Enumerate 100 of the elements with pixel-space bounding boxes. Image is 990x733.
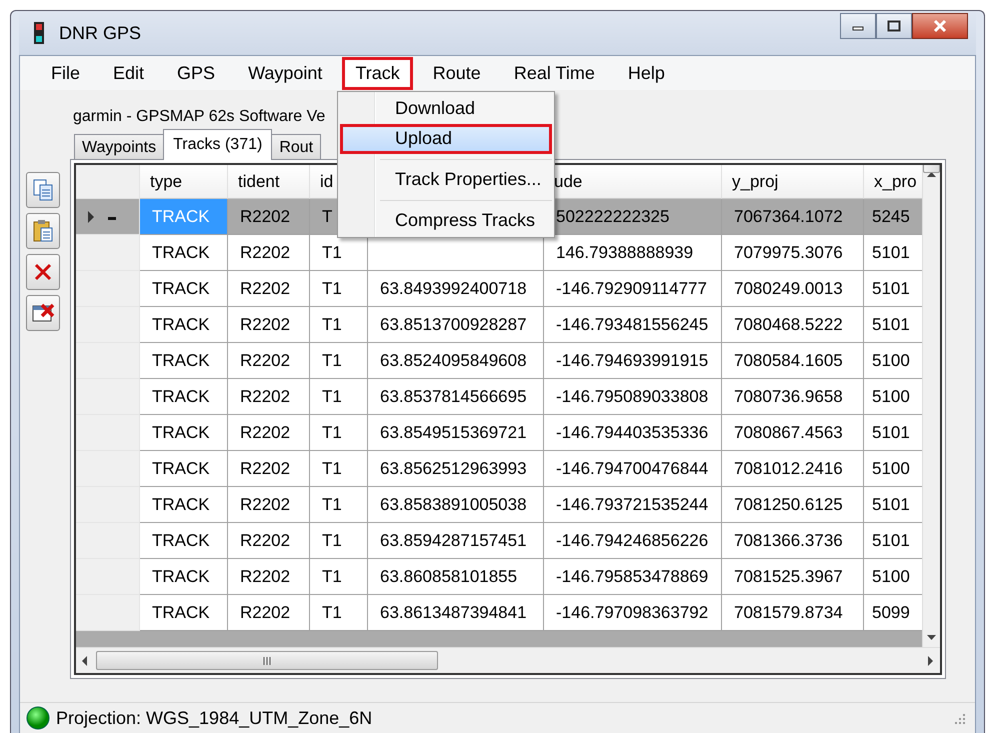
- table-cell: 5101: [864, 415, 922, 451]
- table-cell: TRACK: [140, 307, 228, 343]
- scroll-left-icon[interactable]: [82, 656, 88, 666]
- table-cell: 7080867.4563: [722, 415, 864, 451]
- table-cell: R2202: [228, 271, 310, 307]
- table-cell: T1: [310, 271, 368, 307]
- scroll-down-icon[interactable]: [927, 635, 936, 641]
- table-cell: -146.793481556245: [544, 307, 722, 343]
- table-cell: TRACK: [140, 415, 228, 451]
- resize-grip-icon[interactable]: [954, 712, 965, 724]
- delete-icon: [32, 261, 54, 283]
- table-cell: 146.79388888939: [544, 235, 722, 271]
- maximize-icon: [887, 20, 901, 32]
- table-cell: 63.8549515369721: [368, 415, 544, 451]
- table-cell: 5101: [864, 235, 922, 271]
- row-header[interactable]: [76, 199, 140, 235]
- table-cell: TRACK: [140, 235, 228, 271]
- table-cell: 63.8524095849608: [368, 343, 544, 379]
- table-cell: T1: [310, 523, 368, 559]
- delete-button[interactable]: [26, 254, 60, 290]
- menu-item[interactable]: Track: [342, 56, 413, 90]
- menu-item[interactable]: Route: [420, 56, 494, 90]
- table-cell: 7080584.1605: [722, 343, 864, 379]
- table-cell: -146.794693991915: [544, 343, 722, 379]
- tab[interactable]: Tracks (371): [163, 129, 272, 160]
- table-cell: TRACK: [140, 595, 228, 631]
- grip-lines-icon: [262, 656, 272, 664]
- current-row-icon: [88, 210, 116, 224]
- traffic-light-icon: [33, 22, 45, 44]
- horizontal-scrollbar[interactable]: [76, 647, 940, 673]
- scroll-thumb[interactable]: [96, 651, 438, 670]
- table-cell: 7080249.0013: [722, 271, 864, 307]
- menu-item[interactable]: Real Time: [500, 56, 608, 90]
- status-text: Projection: WGS_1984_UTM_Zone_6N: [56, 708, 374, 728]
- table-cell: TRACK: [140, 559, 228, 595]
- table-cell: 63.8562512963993: [368, 451, 544, 487]
- menu-item[interactable]: Help: [614, 56, 678, 90]
- menu-option[interactable]: Download: [340, 94, 552, 124]
- menu-item[interactable]: Waypoint: [235, 56, 336, 90]
- table-cell: 7081012.2416: [722, 451, 864, 487]
- close-icon: [932, 19, 948, 33]
- table-cell: -146.793721535244: [544, 487, 722, 523]
- table-cell: 5099: [864, 595, 922, 631]
- table-cell: TRACK: [140, 379, 228, 415]
- header-corner: [76, 165, 140, 199]
- window-title: DNR GPS: [59, 22, 142, 44]
- table-cell: 63.8594287157451: [368, 523, 544, 559]
- table-cell: -146.794700476844: [544, 451, 722, 487]
- table-cell: 5100: [864, 379, 922, 415]
- table-cell: 63.8537814566695: [368, 379, 544, 415]
- scroll-right-icon[interactable]: [928, 656, 934, 666]
- maximize-button[interactable]: [876, 13, 912, 39]
- table-cell: TRACK: [140, 343, 228, 379]
- table-cell: 63.860858101855: [368, 559, 544, 595]
- table-cell: T1: [310, 307, 368, 343]
- table-cell: 7080468.5222: [722, 307, 864, 343]
- device-info-text: garmin - GPSMAP 62s Software Ve: [73, 108, 326, 126]
- table-cell: R2202: [228, 415, 310, 451]
- table-cell: TRACK: [140, 199, 228, 235]
- table-cell: R2202: [228, 235, 310, 271]
- table-cell: 63.8583891005038: [368, 487, 544, 523]
- table-cell: 7081250.6125: [722, 487, 864, 523]
- table-cell: -146.797098363792: [544, 595, 722, 631]
- minimize-button[interactable]: [840, 13, 876, 39]
- vertical-scrollbar[interactable]: [922, 165, 940, 647]
- table-cell: 5101: [864, 487, 922, 523]
- menu-item[interactable]: GPS: [164, 56, 228, 90]
- status-dot-icon: [26, 706, 50, 730]
- paste-icon: [32, 219, 54, 243]
- table-cell: R2202: [228, 343, 310, 379]
- table-cell: R2202: [228, 379, 310, 415]
- table-cell: 63.8493992400718: [368, 271, 544, 307]
- tab[interactable]: Waypoints: [74, 134, 164, 160]
- window-delete-button[interactable]: [26, 295, 60, 331]
- table-cell: 5100: [864, 451, 922, 487]
- copy-icon: [32, 178, 54, 202]
- table-cell: R2202: [228, 523, 310, 559]
- table-cell: 7081366.3736: [722, 523, 864, 559]
- table-cell: TRACK: [140, 487, 228, 523]
- tab[interactable]: Rout: [271, 134, 322, 160]
- menu-option[interactable]: Upload: [340, 124, 552, 154]
- menu-item[interactable]: File: [38, 56, 94, 90]
- table-cell: 7079975.3076: [722, 235, 864, 271]
- table-cell: TRACK: [140, 271, 228, 307]
- table-cell: -146.792909114777: [544, 271, 722, 307]
- table-cell: T1: [310, 559, 368, 595]
- copy-button[interactable]: [26, 172, 60, 208]
- table-cell: 63.8513700928287: [368, 307, 544, 343]
- table-cell: 7067364.1072: [722, 199, 864, 235]
- close-button[interactable]: [912, 13, 968, 39]
- menu-item[interactable]: Edit: [100, 56, 158, 90]
- scroll-up-icon[interactable]: [927, 171, 936, 177]
- table-cell: -146.794403535336: [544, 415, 722, 451]
- table-cell: T1: [310, 487, 368, 523]
- table-cell: T1: [310, 415, 368, 451]
- table-cell: R2202: [228, 307, 310, 343]
- window-delete-icon: [31, 302, 55, 324]
- paste-button[interactable]: [26, 213, 60, 249]
- table-cell: T1: [310, 595, 368, 631]
- table-cell: 5100: [864, 559, 922, 595]
